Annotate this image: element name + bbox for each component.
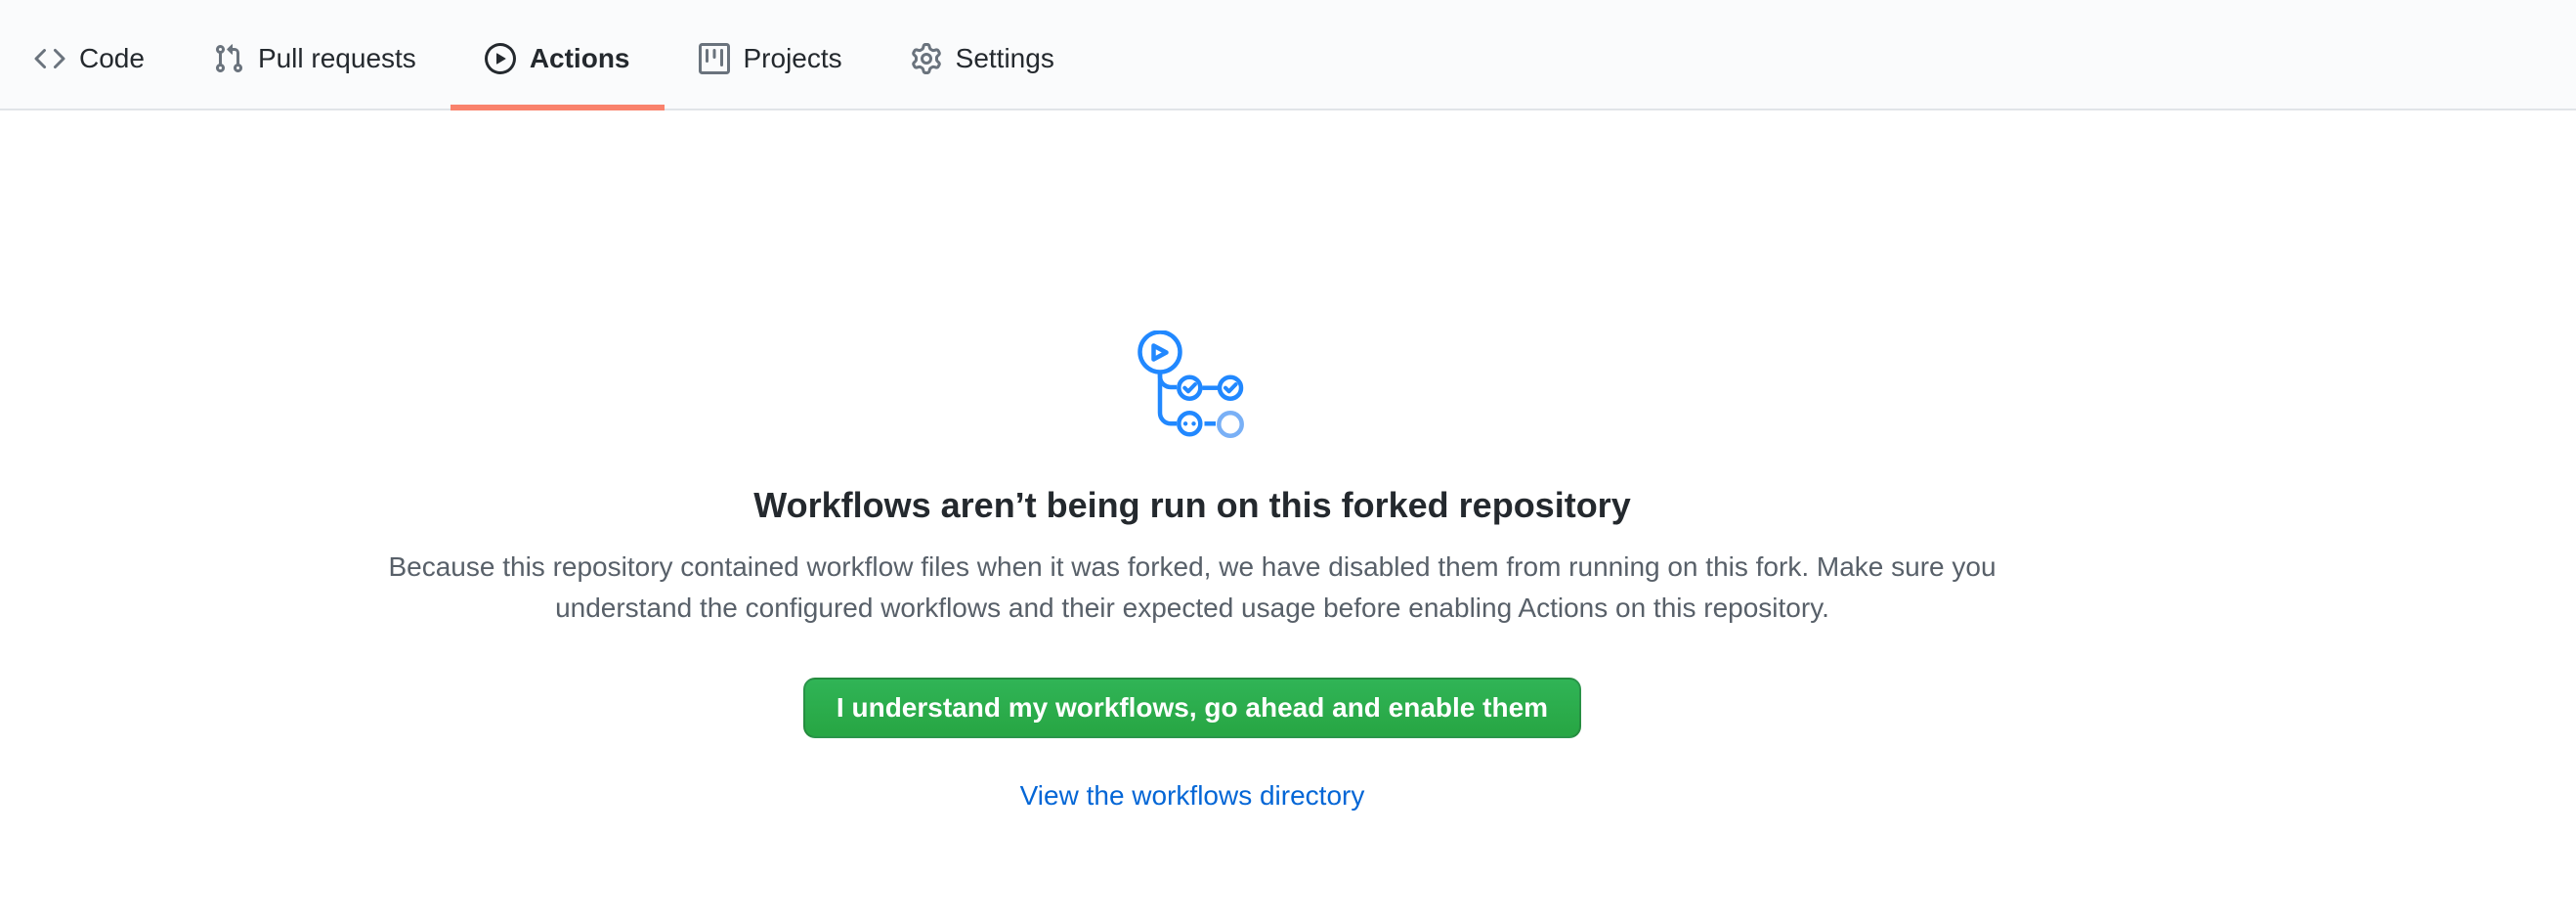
tab-pull-requests-label: Pull requests <box>258 43 416 74</box>
git-pull-request-icon <box>213 43 244 74</box>
tab-pull-requests[interactable]: Pull requests <box>179 0 451 109</box>
actions-blankslate: Workflows aren’t being run on this forke… <box>0 330 2384 816</box>
code-icon <box>34 43 65 74</box>
tab-settings[interactable]: Settings <box>877 0 1089 109</box>
tab-code-label: Code <box>79 43 145 74</box>
actions-workflow-icon <box>1137 330 1248 442</box>
tab-projects[interactable]: Projects <box>665 0 877 109</box>
tab-projects-label: Projects <box>744 43 842 74</box>
repo-nav: Code Pull requests Actions Projects <box>0 0 2576 110</box>
project-board-icon <box>699 43 730 74</box>
enable-workflows-button[interactable]: I understand my workflows, go ahead and … <box>803 678 1581 738</box>
gear-icon <box>911 43 942 74</box>
view-workflows-directory-link[interactable]: View the workflows directory <box>1020 775 1365 816</box>
play-circle-icon <box>485 43 516 74</box>
active-tab-underline <box>451 105 665 110</box>
tab-code[interactable]: Code <box>0 0 179 109</box>
tab-actions-label: Actions <box>530 43 630 74</box>
tab-actions[interactable]: Actions <box>451 0 665 109</box>
tab-settings-label: Settings <box>956 43 1054 74</box>
blankslate-description: Because this repository contained workfl… <box>384 547 2001 629</box>
blankslate-heading: Workflows aren’t being run on this forke… <box>0 483 2384 527</box>
